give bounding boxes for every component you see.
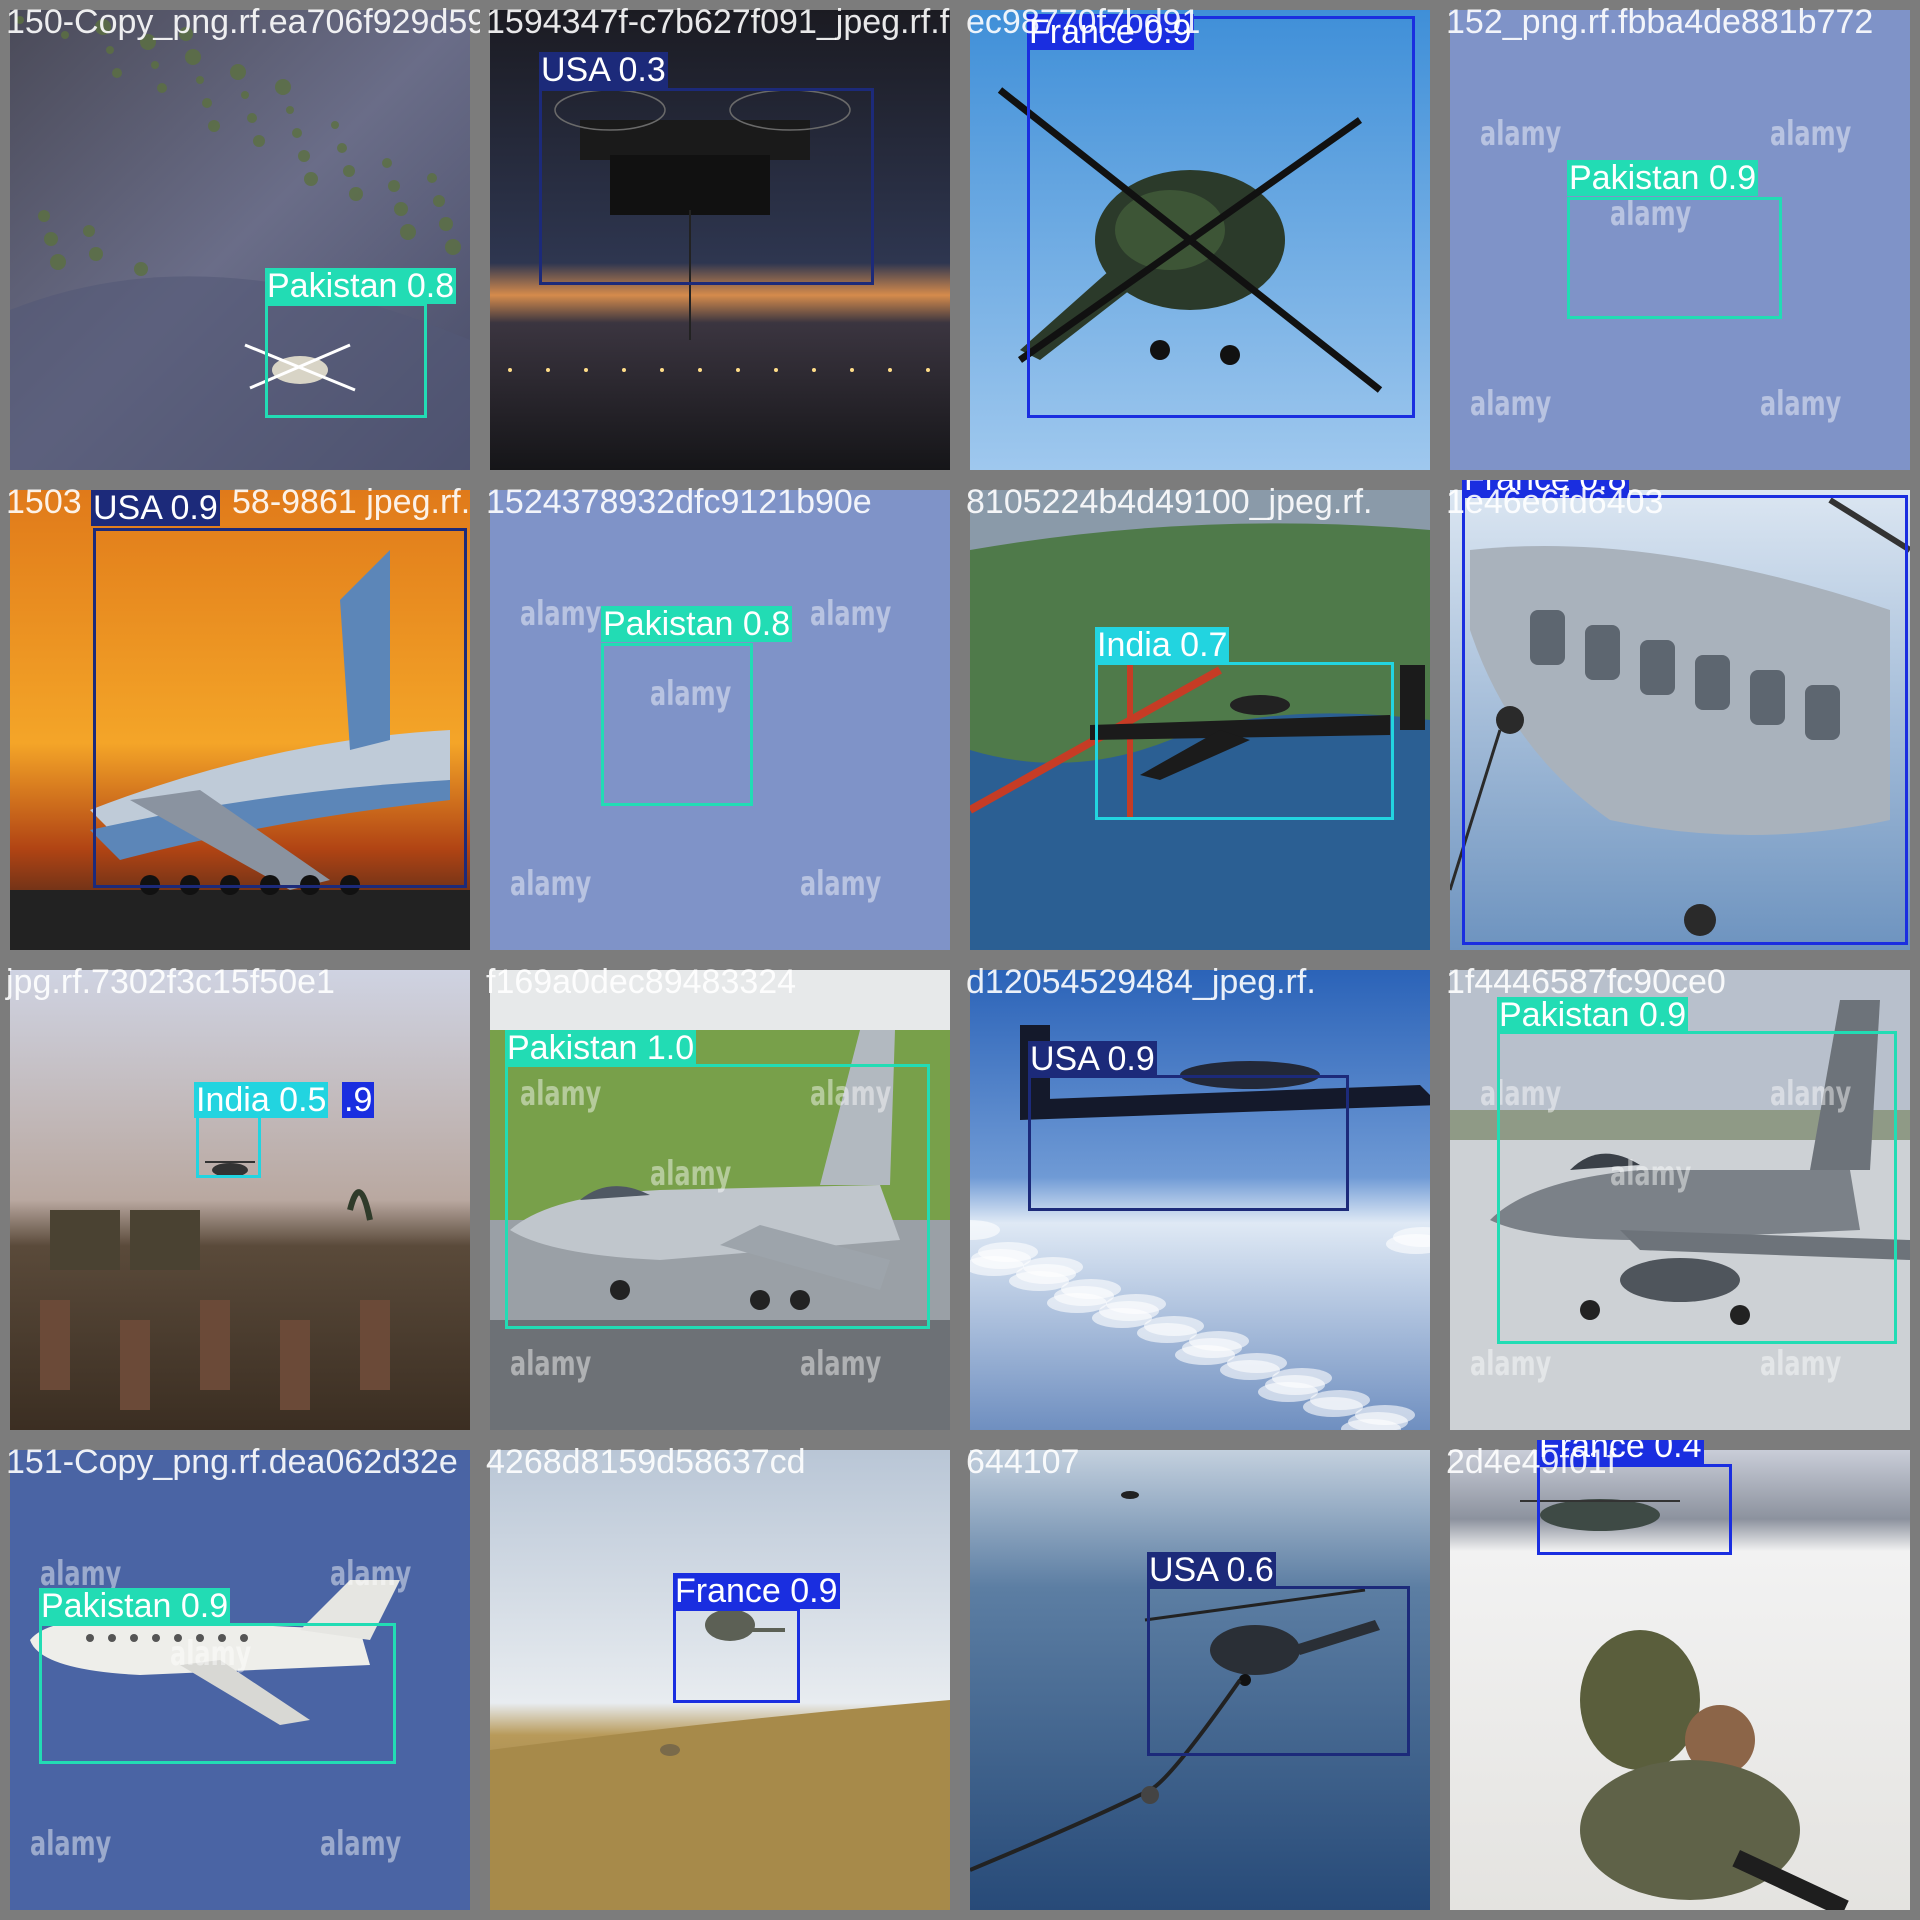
image-filename: 152_png.rf.fbba4de881b772	[1446, 3, 1874, 41]
detection-label: USA 0.6	[1147, 1551, 1276, 1589]
watermark-logo: alamy	[520, 594, 602, 634]
watermark-logo: alamy	[800, 864, 882, 904]
image-filename: d12054529484_jpeg.rf.	[966, 963, 1316, 1001]
mosaic-tile: alamy alamy alamy alamy alamy 1524378932dfc91…	[480, 480, 960, 960]
detection-box	[1567, 197, 1782, 319]
mosaic-tile: alamy alamy alamy alamy alamy f169a0dec894833…	[480, 960, 960, 1440]
mosaic-tile: 4268d8159d58637cd France 0.9	[480, 1440, 960, 1920]
detection-box	[93, 528, 467, 888]
mosaic-tile: 8105224b4d49100_jpeg.rf. India 0.7	[960, 480, 1440, 960]
image-filename: 8105224b4d49100_jpeg.rf.	[966, 483, 1373, 521]
detection-label: Pakistan 0.9	[1567, 159, 1759, 197]
detection-box	[601, 643, 753, 806]
mosaic-tile: alamy alamy alamy alamy alamy 152_png.rf.fbba…	[1440, 0, 1920, 480]
detection-box	[39, 1623, 396, 1764]
detection-mosaic: 150-Copy_png.rf.ea706f929d59413471e2b037…	[0, 0, 1920, 1920]
image-filename: 1f4446587fc90ce0	[1446, 963, 1726, 1001]
mosaic-tile: 644107 USA 0.6	[960, 1440, 1440, 1920]
detection-box	[539, 88, 874, 285]
image-filename: 644107	[966, 1443, 1080, 1481]
mosaic-tile: 1594347f-c7b627f091_jpeg.rf.f USA 0.3	[480, 0, 960, 480]
watermark-logo: alamy	[30, 1824, 112, 1864]
detection-label: Pakistan 0.9	[39, 1587, 231, 1625]
image-filename: f169a0dec89483324	[486, 963, 797, 1001]
image-filename: 150-Copy_png.rf.ea706f929d59413471e2b037…	[6, 3, 480, 41]
detection-box	[1027, 16, 1415, 418]
image-filename: ec98770f7bd91	[966, 3, 1201, 41]
image-filename-tail: 58-9861 jpeg.rf.	[232, 483, 471, 521]
mosaic-tile: alamy alamy alamy alamy alamy 1f4446587fc90ce…	[1440, 960, 1920, 1440]
watermark-logo: alamy	[1470, 384, 1552, 424]
watermark-logo: alamy	[810, 594, 892, 634]
detection-label: USA 0.3	[539, 51, 668, 89]
detection-label: Pakistan 0.8	[601, 605, 793, 643]
image-filename: 1e46e6fd6403	[1446, 483, 1664, 521]
detection-box	[1462, 495, 1908, 945]
detection-box	[1095, 662, 1394, 820]
detection-box	[673, 1608, 800, 1703]
detection-label: India 0.5	[194, 1081, 329, 1119]
image-filename: 1594347f-c7b627f091_jpeg.rf.f	[486, 3, 950, 41]
image-filename: 2d4e49f01f	[1446, 1443, 1617, 1481]
detection-box	[1147, 1586, 1410, 1756]
watermark-logo: alamy	[1760, 1344, 1842, 1384]
mosaic-tile: 2d4e49f01f France 0.4	[1440, 1440, 1920, 1920]
scene-photo	[10, 970, 470, 1430]
mosaic-tile: 150-Copy_png.rf.ea706f929d59413471e2b037…	[0, 0, 480, 480]
mosaic-tile: d12054529484_jpeg.rf. USA 0.9	[960, 960, 1440, 1440]
mosaic-tile: jpg.rf.7302f3c15f50e1 India 0.5 .9	[0, 960, 480, 1440]
detection-box	[1497, 1031, 1897, 1344]
detection-label: USA 0.9	[91, 489, 220, 527]
detection-label: India 0.7	[1095, 626, 1230, 664]
watermark-logo: alamy	[320, 1824, 402, 1864]
detection-box	[265, 303, 427, 418]
detection-box	[505, 1064, 930, 1329]
watermark-logo: alamy	[1470, 1344, 1552, 1384]
detection-label: Pakistan 1.0	[505, 1029, 697, 1067]
mosaic-tile: ec98770f7bd91 France 0.9	[960, 0, 1440, 480]
image-filename: jpg.rf.7302f3c15f50e1	[6, 963, 335, 1001]
image-filename: 1503	[6, 483, 82, 521]
mosaic-tile: 1e46e6fd6403France 0.8	[1440, 480, 1920, 960]
watermark-logo: alamy	[1480, 114, 1562, 154]
mosaic-tile: alamy alamy alamy alamy alamy 151-Copy_png.rf…	[0, 1440, 480, 1920]
image-filename: 151-Copy_png.rf.dea062d32e	[6, 1443, 458, 1481]
detection-label: Pakistan 0.8	[265, 267, 457, 305]
detection-label: USA 0.9	[1028, 1040, 1157, 1078]
detection-label: France 0.9	[673, 1572, 840, 1610]
mosaic-tile: 1503 58-9861 jpeg.rf. USA 0.9	[0, 480, 480, 960]
image-filename: 1524378932dfc9121b90e	[486, 483, 872, 521]
watermark-logo: alamy	[510, 864, 592, 904]
detection-label: Pakistan 0.9	[1497, 996, 1689, 1034]
detection-label: .9	[342, 1081, 375, 1119]
watermark-logo: alamy	[510, 1344, 592, 1384]
watermark-logo: alamy	[1760, 384, 1842, 424]
watermark-logo: alamy	[800, 1344, 882, 1384]
watermark-logo: alamy	[1770, 114, 1852, 154]
image-filename: 4268d8159d58637cd	[486, 1443, 806, 1481]
detection-box	[1028, 1075, 1349, 1211]
watermark-logo: alamy	[330, 1554, 412, 1594]
